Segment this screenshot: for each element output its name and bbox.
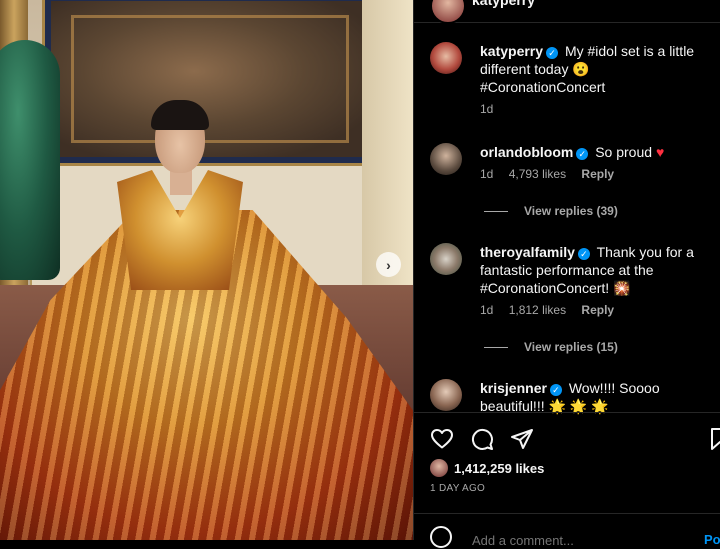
post-header: katyperry (414, 0, 720, 24)
comments-panel: katyperry katyperry ✓ My #idol set is a l… (413, 0, 720, 549)
heart-icon: ♥ (655, 144, 665, 160)
tapestry (42, 0, 378, 166)
bookmark-icon[interactable] (708, 427, 720, 451)
divider (484, 347, 508, 349)
list-item: krisjenner ✓ Wow!!!! Soooo beautiful!!! 🌟… (430, 379, 710, 415)
avatar[interactable] (430, 243, 462, 275)
comment-bubble-icon[interactable] (470, 427, 494, 451)
divider (484, 211, 508, 213)
comment-username[interactable]: theroyalfamily (480, 244, 575, 260)
comment-likes[interactable]: 4,793 likes (509, 167, 566, 181)
verified-icon: ✓ (577, 248, 590, 260)
view-replies-button[interactable]: View replies (39) (484, 204, 618, 218)
avatar[interactable] (430, 42, 462, 74)
verified-icon: ✓ (546, 47, 559, 59)
avatar[interactable] (430, 143, 462, 175)
avatar (430, 459, 448, 477)
post-image[interactable]: › (0, 0, 413, 540)
list-item: theroyalfamily ✓ Thank you for a fantasti… (430, 243, 710, 317)
avatar[interactable] (430, 379, 462, 411)
view-replies-label: View replies (39) (524, 204, 618, 218)
verified-icon: ✓ (576, 148, 589, 160)
chevron-right-icon: › (386, 256, 391, 273)
comment-text: So proud (595, 144, 653, 160)
comment-time: 1d (480, 303, 494, 317)
post-date: 1 DAY AGO (430, 483, 486, 494)
verified-icon: ✓ (549, 384, 562, 396)
add-comment-bar: Post (414, 513, 720, 549)
next-image-button[interactable]: › (376, 252, 401, 277)
comment-username[interactable]: krisjenner (480, 380, 547, 396)
caption-time: 1d (480, 102, 494, 116)
reply-button[interactable]: Reply (581, 167, 614, 181)
caption-username[interactable]: katyperry (480, 43, 543, 59)
likes-count[interactable]: 1,412,259 likes (454, 461, 544, 476)
avatar[interactable] (430, 0, 466, 24)
malachite-vase (0, 40, 60, 280)
share-send-icon[interactable] (510, 427, 534, 451)
likes-summary[interactable]: 1,412,259 likes (430, 459, 544, 477)
emoji-smile-icon[interactable] (430, 526, 452, 548)
comment-username[interactable]: orlandobloom (480, 144, 573, 160)
reply-button[interactable]: Reply (581, 303, 614, 317)
caption: katyperry ✓ My #idol set is a little diff… (430, 42, 710, 116)
view-replies-button[interactable]: View replies (15) (484, 340, 618, 354)
comment-likes[interactable]: 1,812 likes (509, 303, 566, 317)
list-item: orlandobloom ✓ So proud ♥ 1d 4,793 likes … (430, 143, 710, 181)
comment-input[interactable] (470, 532, 674, 549)
view-replies-label: View replies (15) (524, 340, 618, 354)
comment-time: 1d (480, 167, 494, 181)
like-heart-icon[interactable] (430, 427, 454, 451)
header-username[interactable]: katyperry (472, 0, 535, 8)
post-actions: 1,412,259 likes 1 DAY AGO Post (414, 412, 720, 549)
